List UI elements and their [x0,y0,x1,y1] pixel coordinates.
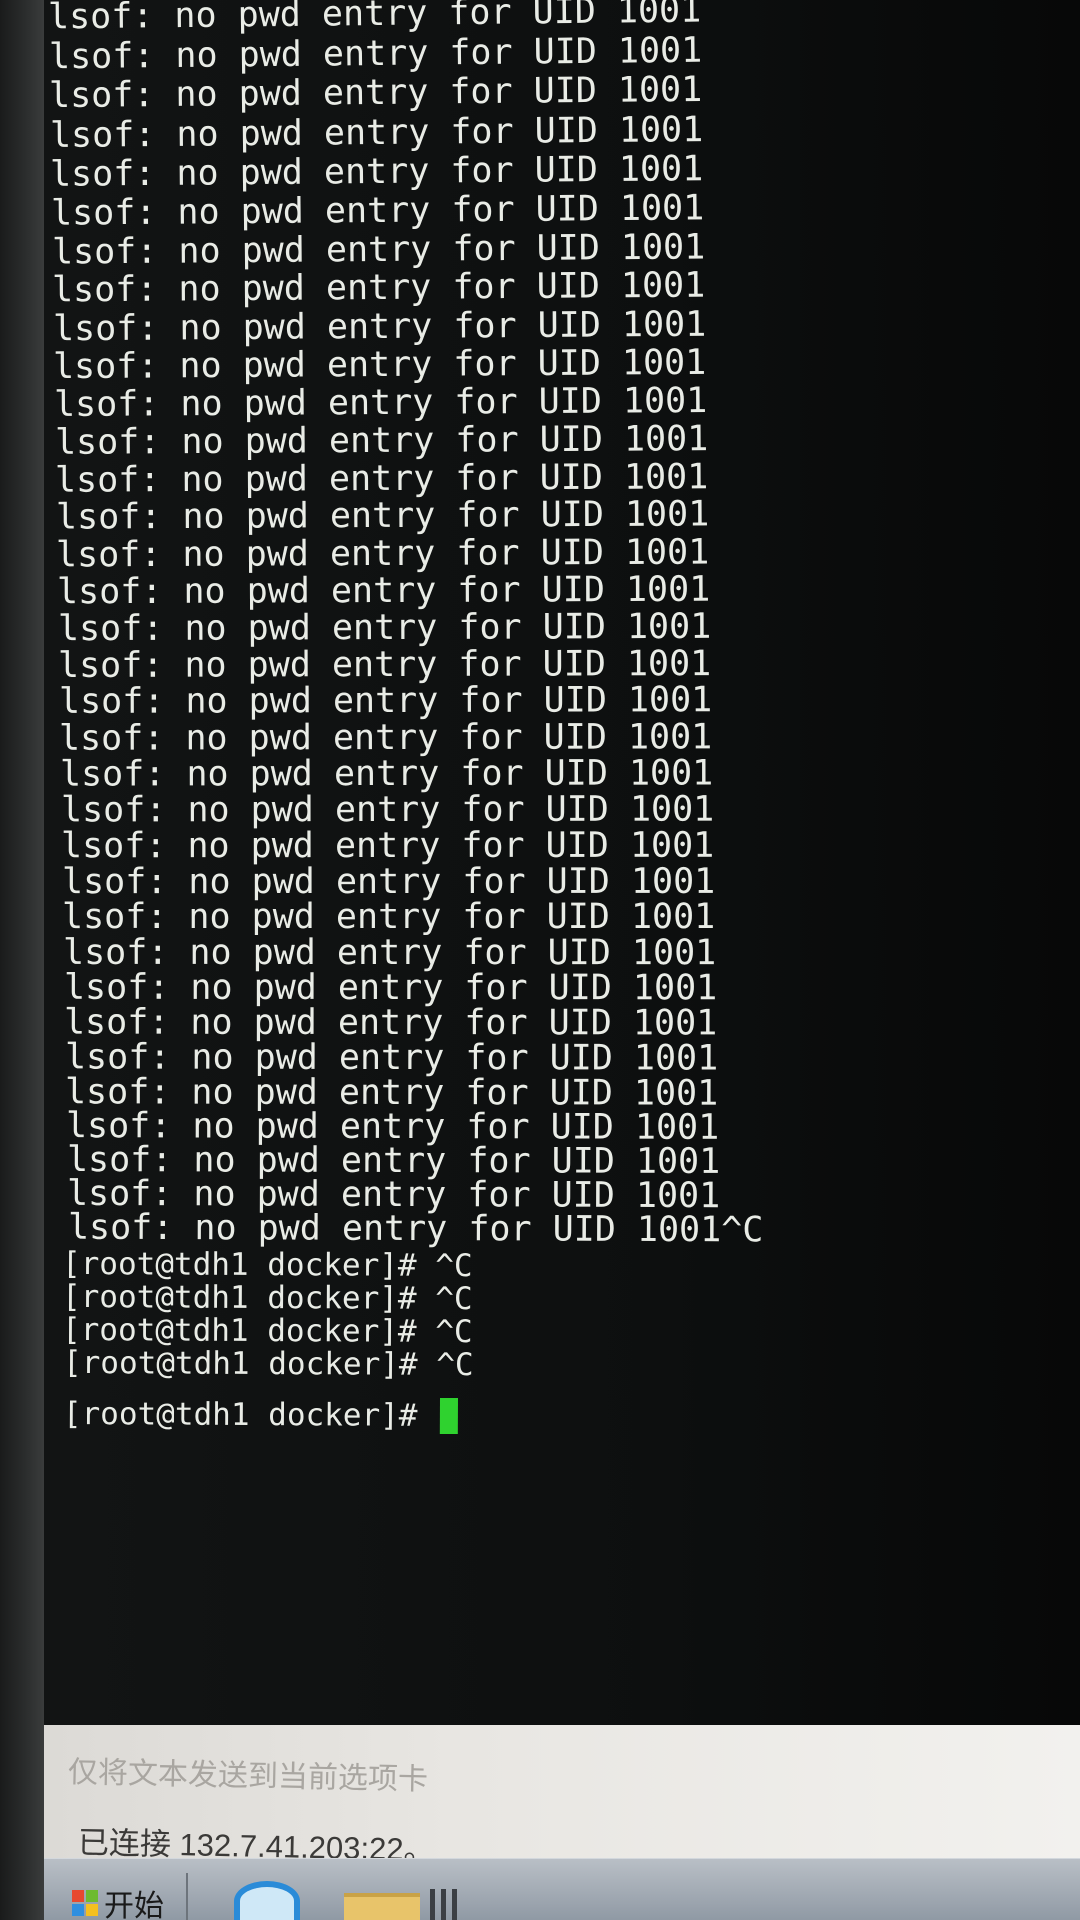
terminal-output-line: lsof: no pwd entry for UID 1001 [50,149,704,195]
terminal-prompt-line: [root@tdh1 docker]# [63,1396,459,1435]
start-label: 开始 [104,1890,164,1920]
terminal-output-line: lsof: no pwd entry for UID 1001 [54,419,707,463]
folder-icon[interactable] [344,1893,420,1920]
terminal-output-line: lsof: no pwd entry for UID 1001 [53,343,706,387]
terminal-output-line: lsof: no pwd entry for UID 1001 [57,569,710,612]
terminal-output-line: lsof: no pwd entry for UID 1001 [61,826,714,867]
windows-taskbar: 开始 [44,1858,1080,1920]
terminal-window[interactable]: lsof: no pwd entry for UID 1001 lsof: no … [44,0,1080,1725]
terminal-output-line: lsof: no pwd entry for UID 1001 [53,304,706,349]
terminal-prompt-line: [root@tdh1 docker]# ^C [62,1344,474,1384]
terminal-output-line: lsof: no pwd entry for UID 1001 [64,1037,719,1079]
terminal-output-line: lsof: no pwd entry for UID 1001 [55,457,708,500]
terminal-output-line: lsof: no pwd entry for UID 1001 [64,1002,718,1044]
terminal-output-line: lsof: no pwd entry for UID 1001 [65,1106,720,1148]
terminal-prompt-line: [root@tdh1 docker]# ^C [61,1245,473,1285]
terminal-output-line: lsof: no pwd entry for UID 1001 [56,495,709,538]
terminal-output-line: lsof: no pwd entry for UID 1001 [59,717,712,758]
terminal-output-line: lsof: no pwd entry for UID 1001 [58,644,711,686]
terminal-output-line: lsof: no pwd entry for UID 1001 [59,680,712,722]
terminal-output-line: lsof: no pwd entry for UID 1001 [51,188,705,233]
monitor-bezel [0,0,44,1920]
terminal-output-line: lsof: no pwd entry for UID 1001 [48,0,702,37]
terminal-output-line: lsof: no pwd entry for UID 1001 [67,1174,721,1217]
terminal-output-line: lsof: no pwd entry for UID 1001 [52,266,706,311]
terminal-output-line: lsof: no pwd entry for UID 1001 [58,607,711,649]
terminal-output-line: lsof: no pwd entry for UID 1001^C [67,1208,764,1251]
taskbar-program-icon[interactable] [430,1889,460,1920]
terminal-prompt-line: [root@tdh1 docker]# ^C [62,1278,473,1318]
send-text-input[interactable] [67,1747,1049,1820]
terminal-output-line: lsof: no pwd entry for UID 1001 [51,227,705,272]
terminal-output-line: lsof: no pwd entry for UID 1001 [63,967,717,1009]
terminal-output-line: lsof: no pwd entry for UID 1001 [66,1140,720,1183]
taskbar-separator [186,1873,188,1920]
terminal-output-line: lsof: no pwd entry for UID 1001 [60,753,713,794]
terminal-output-line: lsof: no pwd entry for UID 1001 [61,790,714,831]
terminal-output-line: lsof: no pwd entry for UID 1001 [65,1071,719,1114]
start-button[interactable]: 开始 [72,1885,164,1920]
terminal-output-line: lsof: no pwd entry for UID 1001 [48,30,702,77]
terminal-output-line: lsof: no pwd entry for UID 1001 [54,381,707,425]
terminal-output-line: lsof: no pwd entry for UID 1001 [49,70,703,116]
terminal-output-line: lsof: no pwd entry for UID 1001 [50,110,704,156]
terminal-prompt-line: [root@tdh1 docker]# ^C [62,1311,474,1351]
terminal-cursor [439,1397,459,1435]
internet-explorer-icon[interactable] [234,1881,300,1920]
windows-logo-icon [72,1890,98,1916]
terminal-output-line: lsof: no pwd entry for UID 1001 [56,532,709,575]
